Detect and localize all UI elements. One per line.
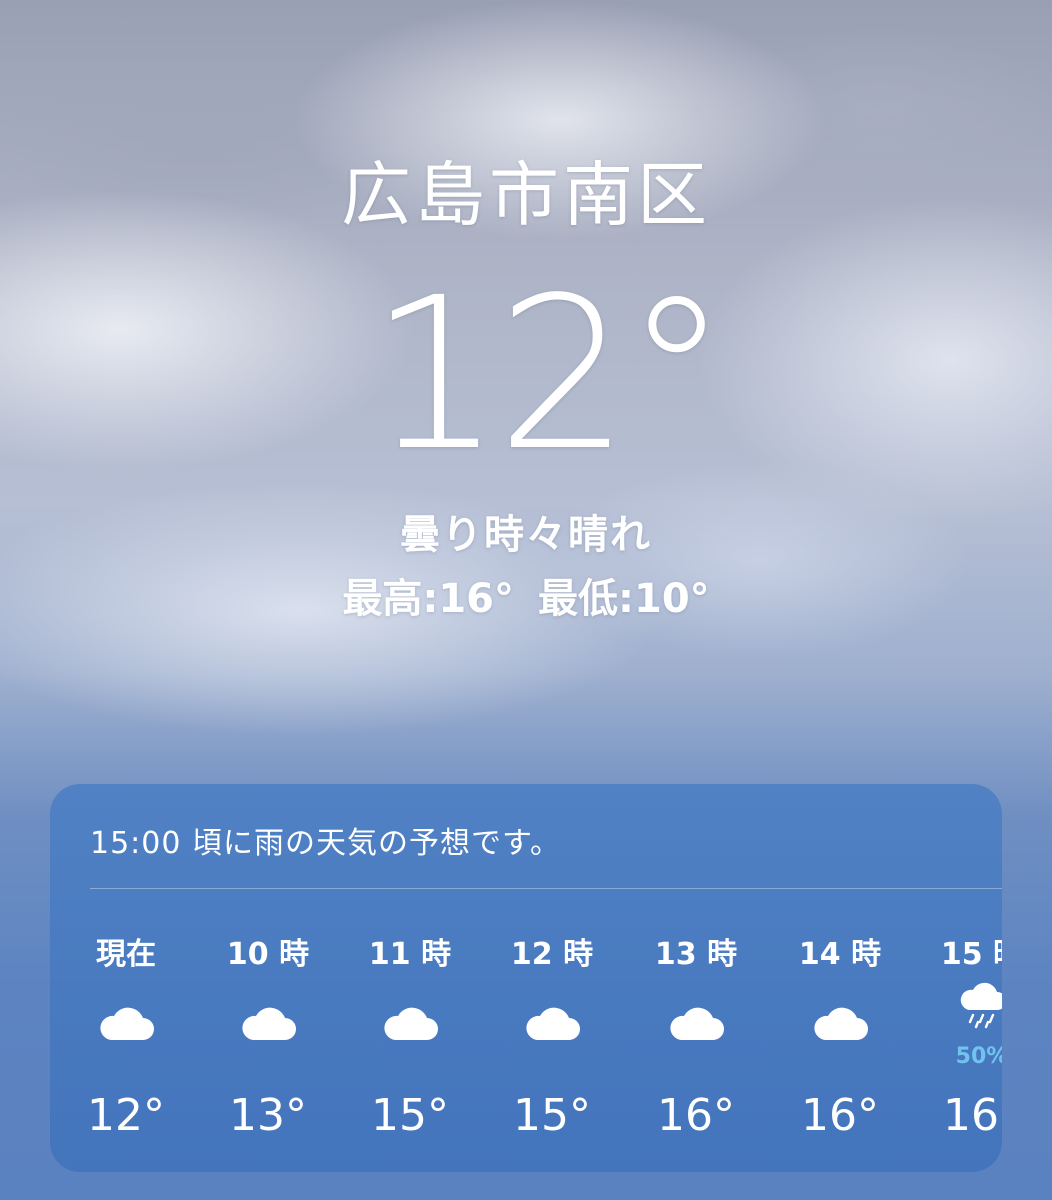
cloud-icon: [56, 1002, 196, 1062]
hourly-forecast-card[interactable]: 15:00 頃に雨の天気の予想です。 現在 12° 10 時 13° 11 時 …: [50, 784, 1002, 1172]
hour-temp: 12°: [87, 1090, 165, 1141]
hour-label: 11 時: [368, 937, 452, 972]
high-temperature: 最高:16°: [342, 576, 514, 622]
hour-label: 13 時: [654, 937, 738, 972]
hour-label: 15 時: [940, 937, 1002, 972]
card-divider: [90, 888, 1002, 889]
precip-chance: 50%: [955, 1044, 1002, 1069]
high-low: 最高:16° 最低:10°: [0, 566, 1052, 624]
hour-temp: 15°: [371, 1090, 449, 1141]
hour-temp: 16°: [943, 1090, 1002, 1141]
hour-temp: 15°: [513, 1090, 591, 1141]
cloud-icon: [626, 1002, 766, 1062]
hour-label: 現在: [96, 937, 156, 972]
cloud-icon: [482, 1002, 622, 1062]
cloud-icon: [198, 1002, 338, 1062]
forecast-message: 15:00 頃に雨の天気の予想です。: [90, 826, 561, 861]
hour-item: 現在 12°: [56, 924, 196, 1172]
hour-item: 11 時 15°: [340, 924, 480, 1172]
hour-item: 13 時 16°: [626, 924, 766, 1172]
low-temperature: 最低:10°: [538, 576, 710, 622]
hour-label: 14 時: [798, 937, 882, 972]
current-condition: 曇り時々晴れ: [400, 512, 652, 558]
hour-temp: 16°: [657, 1090, 735, 1141]
hour-label: 12 時: [510, 937, 594, 972]
current-temperature: 12°: [368, 252, 729, 497]
hour-label: 10 時: [226, 937, 310, 972]
hour-item: 10 時 13°: [198, 924, 338, 1172]
hour-temp: 13°: [229, 1090, 307, 1141]
hour-item-partial: 15 時 50% 16°: [912, 924, 1002, 1172]
hour-temp: 16°: [801, 1090, 879, 1141]
hour-item: 14 時 16°: [770, 924, 910, 1172]
location-header: 広島市南区: [0, 160, 1052, 230]
hour-item: 12 時 15°: [482, 924, 622, 1172]
cloud-icon: [770, 1002, 910, 1062]
cloud-icon: [340, 1002, 480, 1062]
city-name: 広島市南区: [341, 154, 711, 236]
hourly-scroll[interactable]: 現在 12° 10 時 13° 11 時 15° 12 時 15° 13 時 1…: [50, 924, 1002, 1172]
current-temp-wrap: 12°: [0, 270, 1052, 480]
cloud-rain-icon: [912, 982, 1002, 1042]
